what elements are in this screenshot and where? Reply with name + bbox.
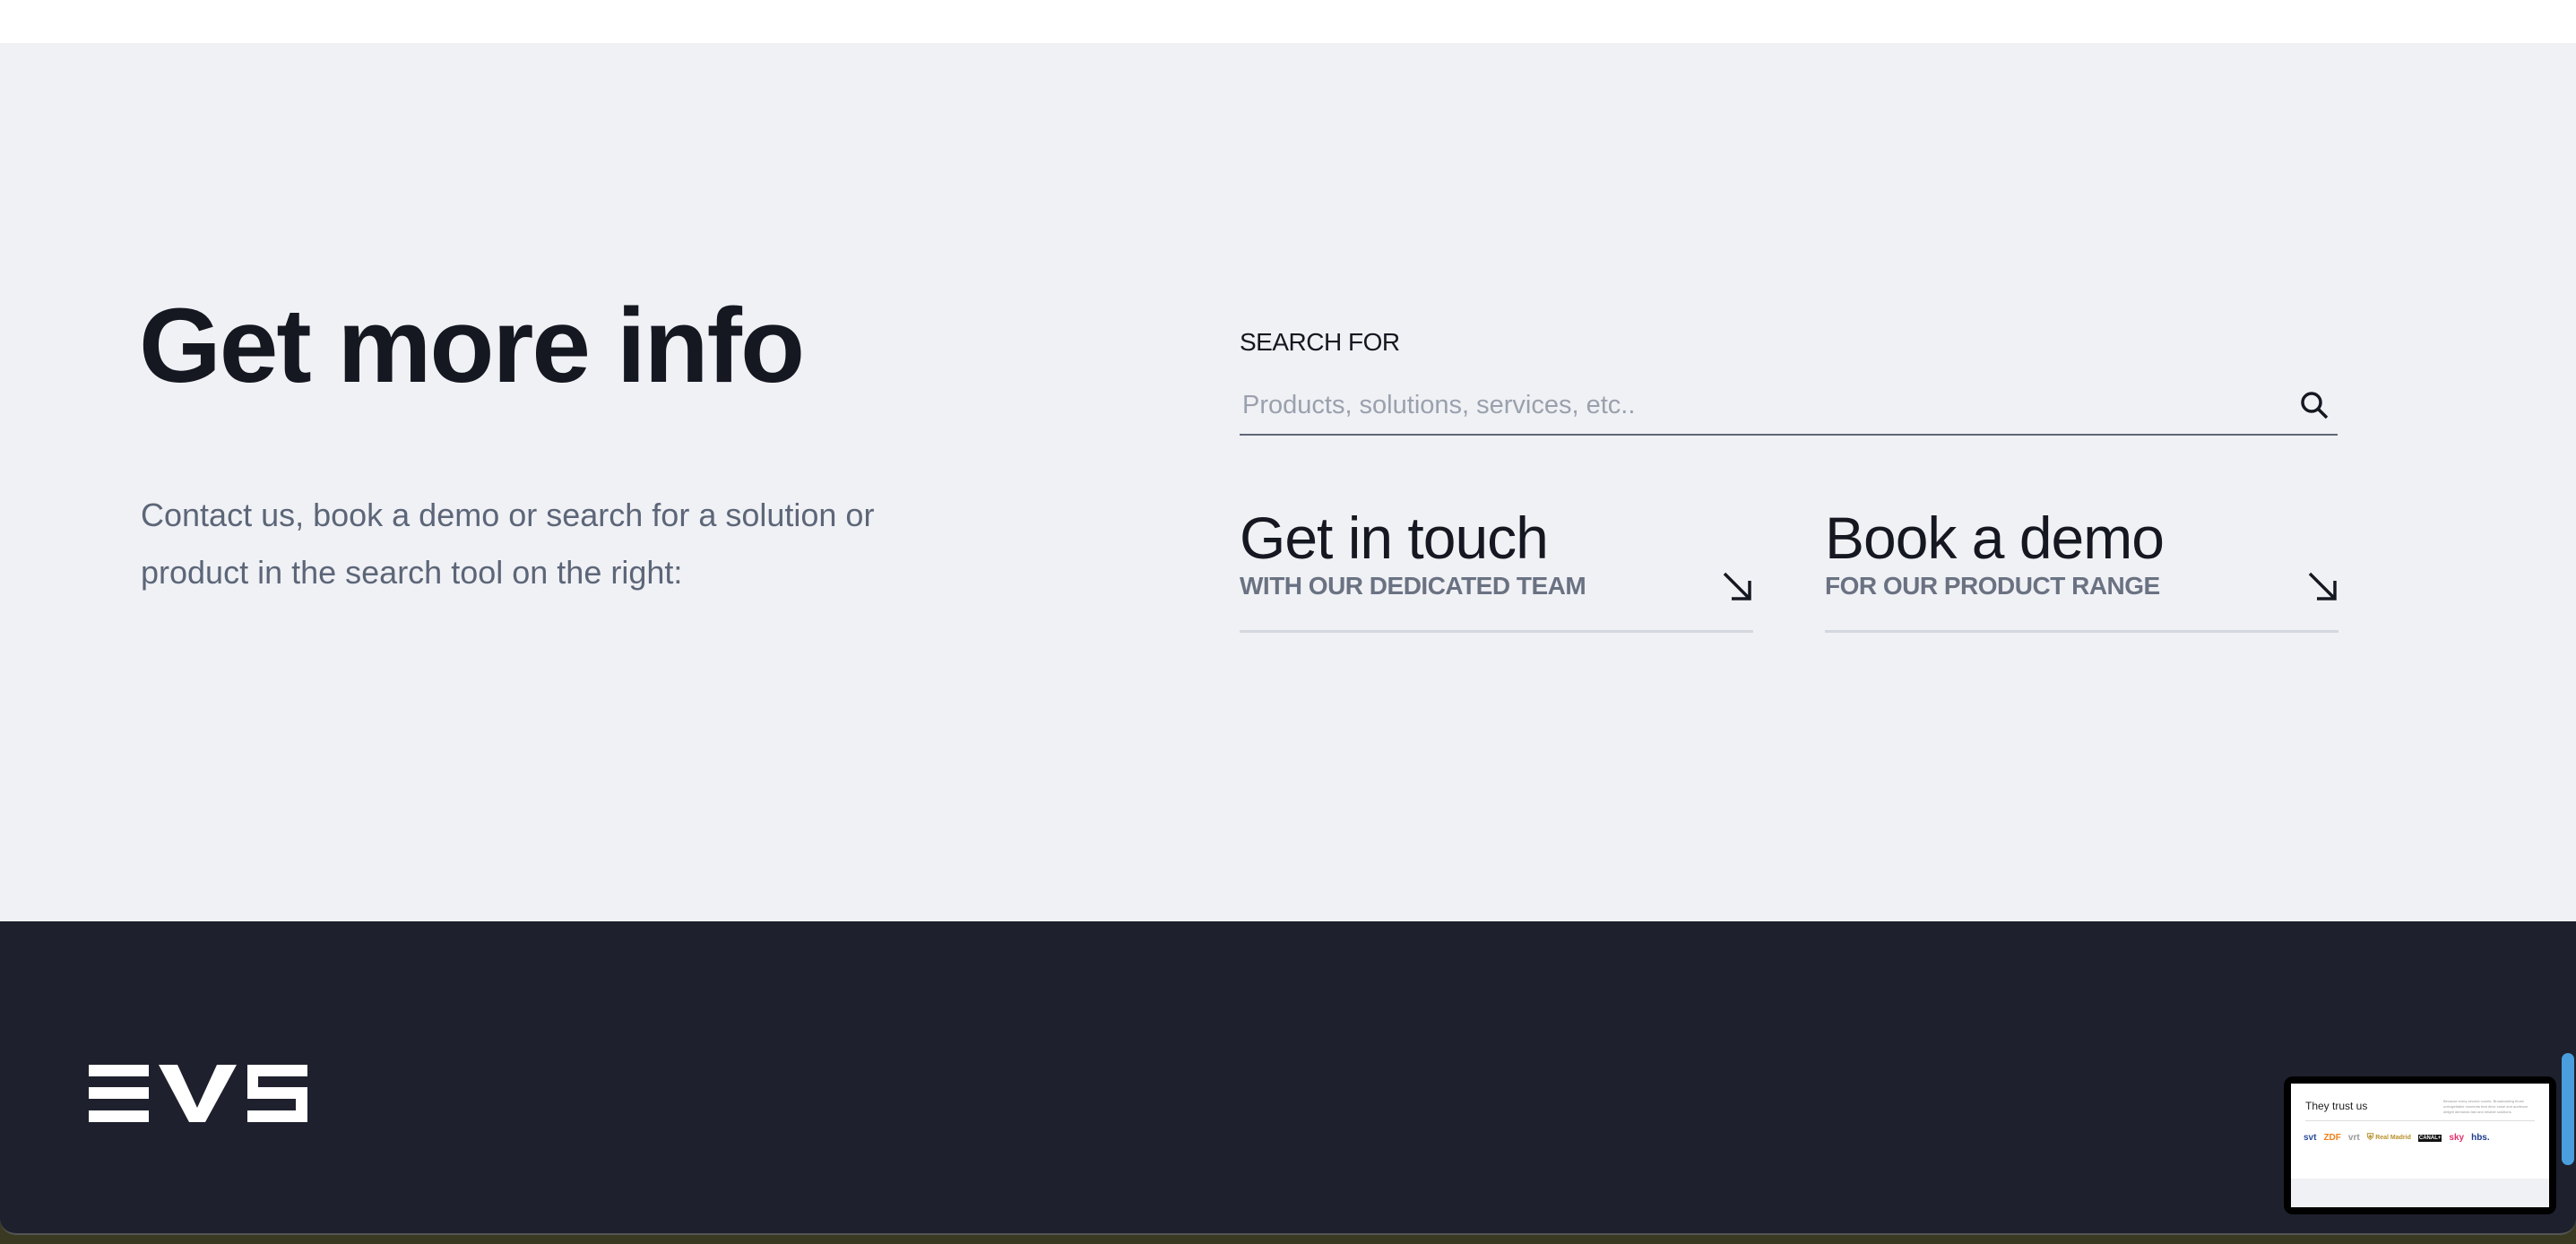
card-subtitle: FOR OUR PRODUCT RANGE: [1825, 572, 2160, 600]
logo-hbs: hbs.: [2471, 1133, 2490, 1143]
arrow-down-right-icon: [2308, 572, 2337, 600]
logo-sky: sky: [2449, 1133, 2465, 1143]
logo-svt: svt: [2304, 1133, 2317, 1143]
logo-vrt: vrt: [2347, 1133, 2360, 1143]
evs-logo[interactable]: [89, 1065, 308, 1122]
search-input[interactable]: [1240, 376, 2338, 436]
search-icon[interactable]: [2298, 389, 2330, 421]
search-label: SEARCH FOR: [1240, 328, 1400, 356]
card-title: Book a demo: [1825, 505, 2165, 571]
footer: [0, 921, 2576, 1235]
crest-icon: ⛨: [2366, 1133, 2374, 1143]
scrollbar-thumb[interactable]: [2562, 1053, 2574, 1165]
page-preview-thumbnail[interactable]: They trust us Because every second count…: [2284, 1076, 2556, 1214]
info-description: Contact us, book a demo or search for a …: [141, 497, 875, 591]
preview-footer: [2291, 1179, 2549, 1207]
get-in-touch-link[interactable]: Get in touch WITH OUR DEDICATED TEAM: [1240, 502, 1753, 633]
get-more-info-section: [0, 43, 2576, 921]
book-a-demo-link[interactable]: Book a demo FOR OUR PRODUCT RANGE: [1825, 502, 2338, 633]
card-title: Get in touch: [1240, 505, 1549, 571]
arrow-down-right-icon: [1723, 572, 1751, 600]
logo-zdf: ZDF: [2323, 1133, 2341, 1143]
page-title: Get more info: [139, 287, 805, 405]
divider: [2305, 1120, 2535, 1121]
logo-real-madrid: Real Madrid: [2375, 1135, 2411, 1141]
logo-real-madrid-group: ⛨ Real Madrid: [2367, 1133, 2411, 1143]
preview-title: They trust us: [2305, 1100, 2368, 1112]
logo-canal: CANAL+: [2417, 1134, 2442, 1142]
client-logos: svt ZDF vrt ⛨ Real Madrid CANAL+ sky hbs…: [2304, 1133, 2490, 1143]
card-subtitle: WITH OUR DEDICATED TEAM: [1240, 572, 1586, 600]
preview-text: Because every second counts. Broadcastin…: [2443, 1099, 2528, 1114]
top-bar: [0, 0, 2576, 43]
